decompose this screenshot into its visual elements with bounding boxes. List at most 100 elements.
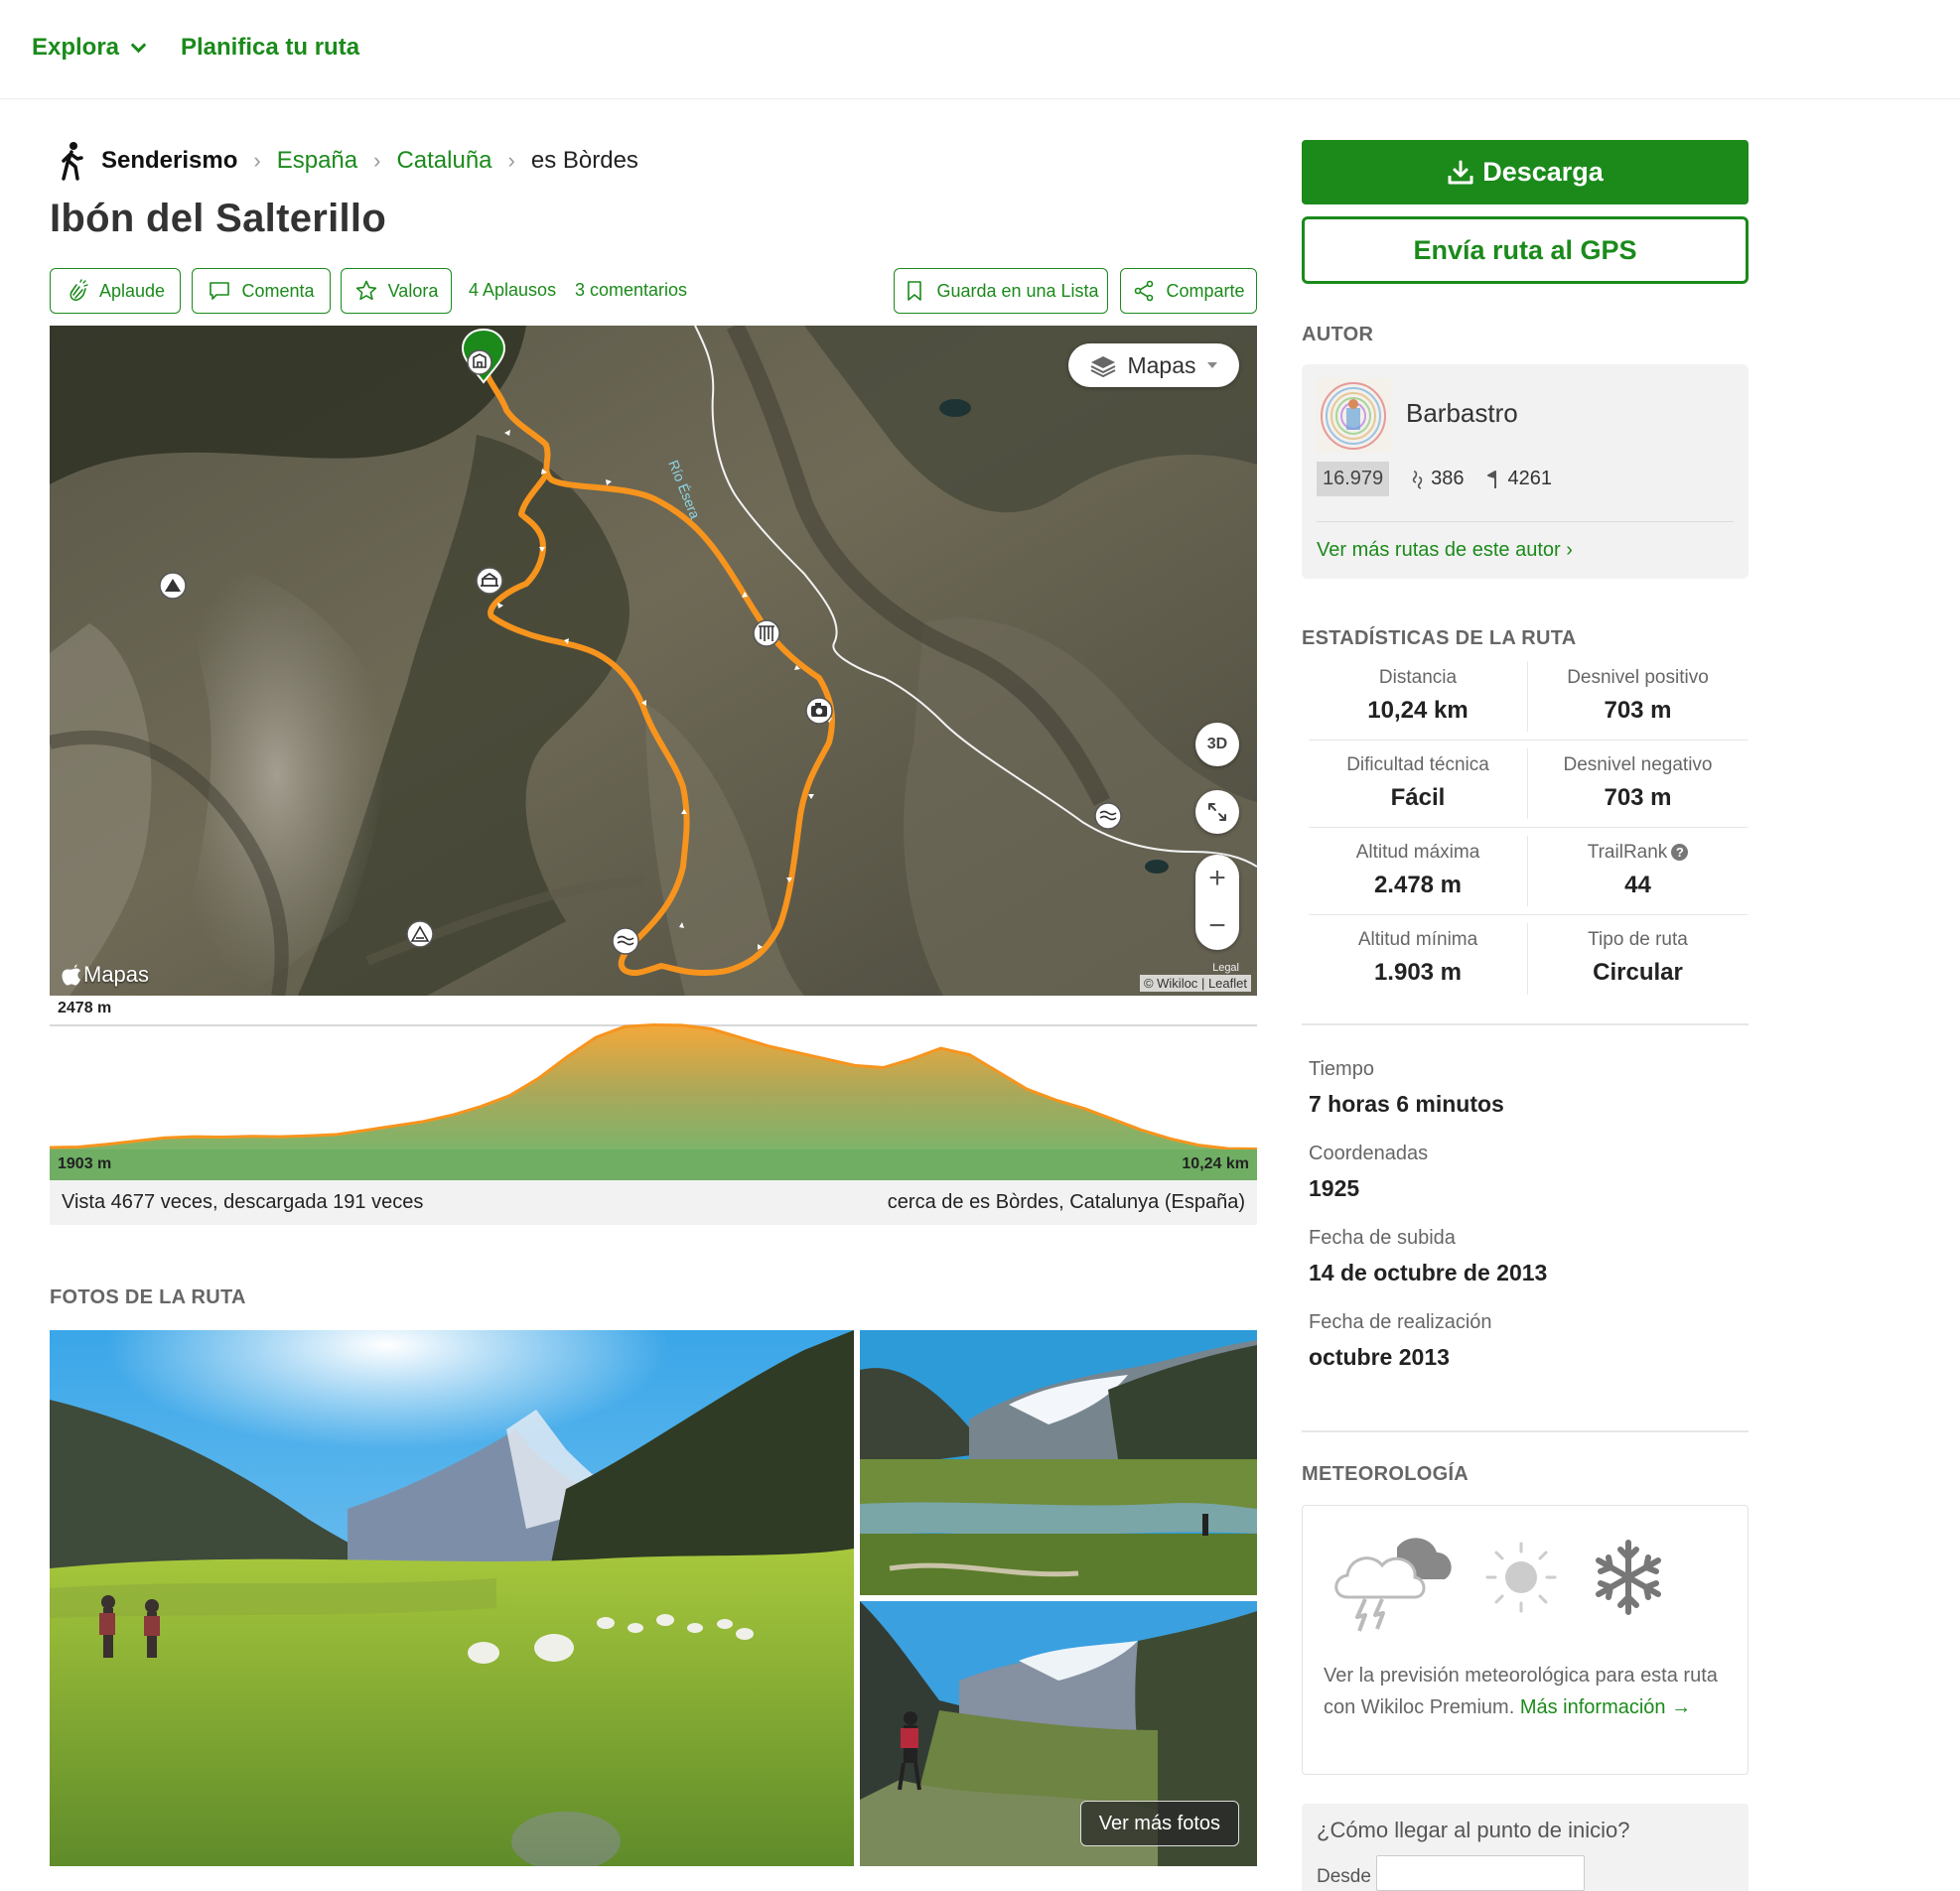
breadcrumb-country[interactable]: España xyxy=(277,147,357,175)
stat-elevation-loss: Desnivel negativo 703 m xyxy=(1528,741,1748,827)
comments-count-link[interactable]: 3 comentarios xyxy=(575,280,687,301)
stat-min-altitude: Altitud mínima 1.903 m xyxy=(1309,923,1528,995)
stat-label: Desnivel negativo xyxy=(1563,754,1713,775)
waypoint-summit-icon[interactable] xyxy=(159,572,187,600)
save-to-list-button[interactable]: Guarda en una Lista xyxy=(894,268,1108,314)
nav-plan-route[interactable]: Planifica tu ruta xyxy=(181,34,359,62)
expand-icon xyxy=(1208,803,1226,821)
breadcrumb-separator-icon: › xyxy=(507,148,515,173)
stat-trailrank: TrailRank? 44 xyxy=(1528,828,1748,914)
rate-button[interactable]: Valora xyxy=(341,268,452,314)
apple-maps-logo: Mapas xyxy=(62,962,149,988)
avatar[interactable] xyxy=(1317,378,1391,453)
photos-heading: FOTOS DE LA RUTA xyxy=(50,1286,246,1308)
clap-button[interactable]: Aplaude xyxy=(50,268,181,314)
stat-label: Distancia xyxy=(1378,667,1458,688)
nav-explore-menu[interactable]: Explora xyxy=(32,34,147,62)
map-layers-label: Mapas xyxy=(1127,351,1196,378)
page-title: Ibón del Salterillo xyxy=(50,197,387,240)
satellite-terrain: Río Ésera xyxy=(50,326,1257,996)
stat-value: 703 m xyxy=(1604,784,1672,811)
author-heading: AUTOR xyxy=(1302,324,1374,345)
comment-button[interactable]: Comenta xyxy=(192,268,331,314)
map-layers-button[interactable]: Mapas xyxy=(1068,343,1239,387)
waypoint-photo-icon[interactable] xyxy=(805,697,833,725)
clap-icon xyxy=(70,279,88,302)
caret-down-icon xyxy=(1206,362,1217,368)
stat-label: TrailRank? xyxy=(1528,842,1748,864)
breadcrumb-region[interactable]: Cataluña xyxy=(396,147,491,175)
valley-sheep-photo xyxy=(50,1330,854,1866)
divider xyxy=(1302,1430,1749,1432)
info-recorded-date: Fecha de realización octubre 2013 xyxy=(1309,1311,1492,1371)
attribution-leaflet[interactable]: Leaflet xyxy=(1208,976,1247,991)
elevation-min-label: 1903 m xyxy=(58,1155,112,1172)
elevation-profile[interactable]: 2478 m 1903 m 10,24 km xyxy=(50,996,1257,1180)
send-to-gps-button[interactable]: Envía ruta al GPS xyxy=(1302,216,1749,284)
stat-value: Circular xyxy=(1593,959,1683,986)
waypoint-lake-icon[interactable] xyxy=(1094,802,1122,830)
waypoint-mountain-pass-icon[interactable] xyxy=(406,920,434,948)
map-3d-button[interactable]: 3D xyxy=(1195,723,1239,766)
waypoint-lake-icon[interactable] xyxy=(612,927,639,955)
views-downloads-text: Vista 4677 veces, descargada 191 veces xyxy=(62,1191,424,1213)
breadcrumb-current: es Bòrdes xyxy=(530,147,638,174)
comment-icon xyxy=(210,282,230,300)
author-more-trails-link[interactable]: Ver más rutas de este autor › xyxy=(1317,539,1573,562)
weather-icons xyxy=(1334,1538,1661,1632)
stat-elevation-gain: Desnivel positivo 703 m xyxy=(1528,653,1748,740)
attribution-separator: | xyxy=(1200,976,1205,991)
elevation-base-band xyxy=(50,1149,1257,1180)
zoom-out-button[interactable]: − xyxy=(1195,902,1239,950)
attribution-wikiloc[interactable]: © Wikiloc xyxy=(1144,976,1197,991)
nav-explore-label: Explora xyxy=(32,34,120,61)
share-button[interactable]: Comparte xyxy=(1120,268,1257,314)
breadcrumb-separator-icon: › xyxy=(373,148,381,173)
author-trails-count: 4261 xyxy=(1507,468,1553,489)
chevron-down-icon xyxy=(130,37,147,53)
info-value: 1925 xyxy=(1309,1175,1360,1201)
claps-count-link[interactable]: 4 Aplausos xyxy=(469,280,556,301)
elevation-chart xyxy=(50,1022,1257,1180)
stat-difficulty: Dificultad técnica Fácil xyxy=(1309,748,1528,819)
waypoint-shelter-icon[interactable] xyxy=(476,567,503,595)
stats-row: Altitud mínima 1.903 m Tipo de ruta Circ… xyxy=(1309,915,1748,1003)
author-name[interactable]: Barbastro xyxy=(1406,398,1518,429)
sun-icon xyxy=(1485,1542,1557,1613)
directions-card: ¿Cómo llegar al punto de inicio? Desde xyxy=(1302,1804,1749,1891)
help-icon[interactable]: ? xyxy=(1671,844,1689,862)
waypoint-waterfall-icon[interactable] xyxy=(753,619,780,647)
route-map[interactable]: Río Ésera Mapas 3D + − Mapas Legal © Wik… xyxy=(50,326,1257,996)
stats-row: Altitud máxima 2.478 m TrailRank? 44 xyxy=(1309,828,1748,915)
weather-more-info-link[interactable]: Más información → xyxy=(1520,1696,1691,1718)
directions-from-input[interactable] xyxy=(1376,1855,1585,1891)
info-label: Coordenadas xyxy=(1309,1143,1429,1164)
route-photo-river[interactable] xyxy=(860,1330,1257,1595)
zoom-control: + − xyxy=(1195,855,1239,950)
route-photo-hiker[interactable]: Ver más fotos xyxy=(860,1601,1257,1866)
elevation-distance-label: 10,24 km xyxy=(1182,1155,1249,1172)
author-card: Barbastro 16.979 386 4261 Ver más rutas … xyxy=(1302,364,1749,579)
fullscreen-button[interactable] xyxy=(1195,790,1239,834)
stats-row: Distancia 10,24 km Desnivel positivo 703… xyxy=(1309,653,1748,741)
route-photo-main[interactable] xyxy=(50,1330,854,1866)
stat-value: 1.903 m xyxy=(1373,959,1463,986)
info-label: Fecha de subida xyxy=(1309,1227,1456,1249)
stat-value: 44 xyxy=(1624,872,1651,898)
map-attribution: © Wikiloc | Leaflet xyxy=(1139,975,1251,992)
weather-card: Ver la previsión meteorológica para esta… xyxy=(1302,1505,1749,1775)
info-coordinates: Coordenadas 1925 xyxy=(1309,1143,1428,1202)
zoom-in-button[interactable]: + xyxy=(1195,855,1239,902)
map-legal-link[interactable]: Legal xyxy=(1212,962,1239,974)
river-glacier-photo xyxy=(860,1330,1257,1595)
author-stats: 16.979 386 4261 xyxy=(1317,462,1552,496)
breadcrumb-activity[interactable]: Senderismo xyxy=(101,147,237,175)
route-location-text: cerca de es Bòrdes, Catalunya (España) xyxy=(887,1191,1245,1213)
weather-heading: METEOROLOGÍA xyxy=(1302,1463,1470,1485)
more-photos-button[interactable]: Ver más fotos xyxy=(1079,1801,1239,1846)
storm-cloud-icon xyxy=(1334,1538,1452,1632)
trailrank-label: TrailRank xyxy=(1587,842,1668,863)
download-button[interactable]: Descarga xyxy=(1302,140,1749,204)
flag-icon xyxy=(1486,470,1496,488)
author-followers: 386 xyxy=(1411,468,1465,490)
